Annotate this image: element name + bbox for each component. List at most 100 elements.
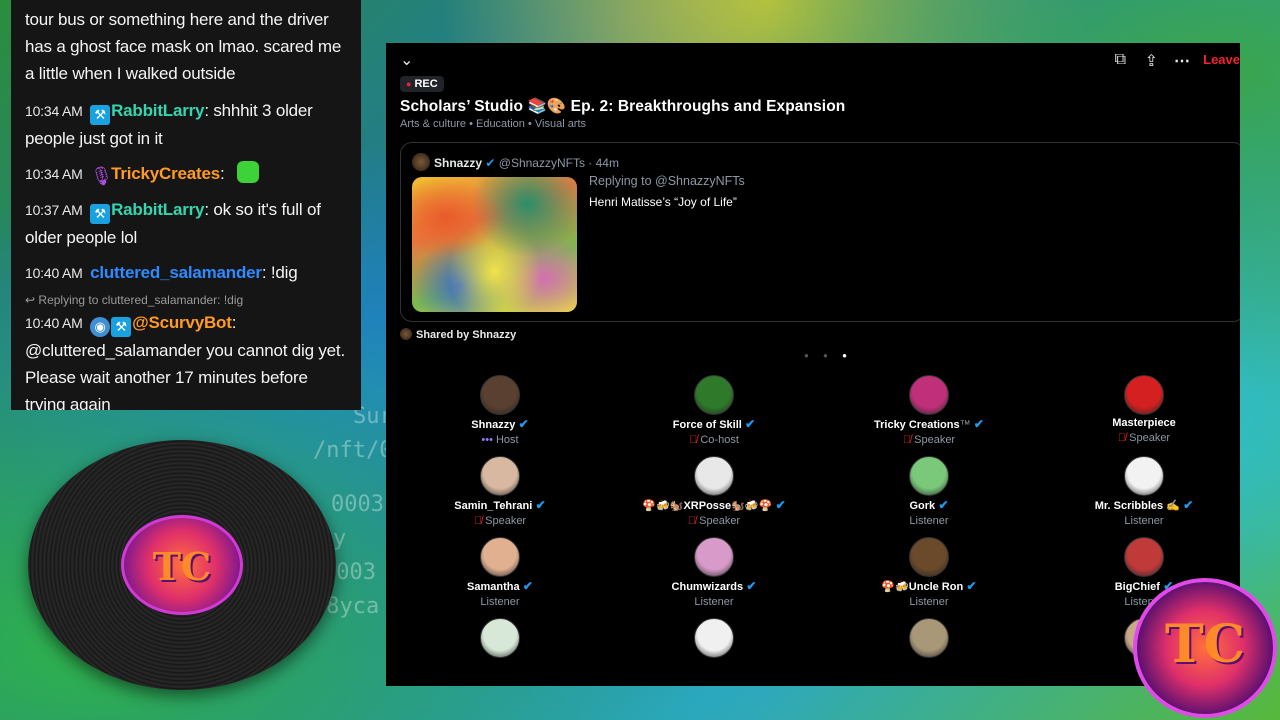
participant-name: Force of Skill ✔	[614, 417, 814, 431]
avatar[interactable]	[694, 618, 734, 658]
participant-name-text: BigChief	[1114, 581, 1160, 593]
participant-role: Listener	[1044, 515, 1240, 527]
participant[interactable]: Force of Skill ✔ 🎙̸ Co-host	[614, 375, 814, 446]
participant[interactable]	[614, 618, 814, 660]
participant-role-text: Speaker	[914, 434, 956, 446]
participant[interactable]: Tricky Creations™ ✔ 🎙̸ Speaker	[829, 375, 1029, 446]
participant-name: Samin_Tehrani ✔	[400, 498, 600, 512]
chat-username[interactable]: @ScurvyBot	[132, 313, 232, 332]
participant-name-text: 🍄🍻🐿️XRPosse🐿️🍻🍄	[642, 500, 773, 512]
participant-role: Listener	[829, 515, 1029, 527]
participant[interactable]: Samantha ✔ Listener	[400, 537, 600, 608]
participant[interactable]: 🍄🍻Uncle Ron ✔ Listener	[829, 537, 1029, 608]
verified-badge-icon: ✔	[772, 498, 786, 512]
tweet-author[interactable]: Shnazzy	[434, 156, 482, 170]
leave-button[interactable]: Leave	[1203, 52, 1240, 67]
participant-name: Masterpiece	[1044, 417, 1240, 429]
share-icon[interactable]: ⇪	[1145, 51, 1158, 71]
participant-role: 🎙̸ Speaker	[614, 515, 814, 527]
verified-badge-icon: ✔	[1179, 498, 1194, 512]
chat-message-text: @cluttered_salamander you cannot dig yet…	[25, 341, 345, 410]
tweet-image[interactable]	[412, 177, 577, 312]
verified-badge-icon: ✔	[935, 498, 949, 512]
participant[interactable]: Chumwizards ✔ Listener	[614, 537, 814, 608]
avatar[interactable]	[480, 618, 520, 658]
chat-username[interactable]: TrickyCreates	[111, 164, 220, 183]
muted-mic-icon: 🎙̸	[1117, 432, 1127, 444]
pinned-tweet[interactable]: Shnazzy ✔ @ShnazzyNFTs · 44m Replying to…	[400, 142, 1240, 322]
participant-name: 🍄🍻Uncle Ron ✔	[829, 579, 1029, 593]
carousel-pager[interactable]: ● ● ●	[804, 351, 853, 360]
participant[interactable]: Gork ✔ Listener	[829, 456, 1029, 527]
moderator-badge-icon: ⚒	[90, 204, 111, 224]
participant[interactable]	[829, 618, 1029, 660]
space-topics: Arts & culture • Education • Visual arts	[400, 118, 587, 130]
recording-label: REC	[414, 78, 438, 90]
tweet-text: Henri Matisse’s “Joy of Life”	[589, 195, 737, 209]
chat-message: 10:40 AM cluttered_salamander: !dig	[25, 263, 298, 282]
shared-by-text: Shared by Shnazzy	[416, 329, 517, 341]
chat-username[interactable]: cluttered_salamander	[90, 263, 262, 282]
chat-message-text: !dig	[270, 263, 298, 282]
bot-badge-icon: ◉	[90, 317, 111, 337]
vinyl-label-logo: TC	[121, 515, 243, 615]
chat-message: 10:34 AM 🎙TrickyCreates:	[25, 160, 347, 188]
avatar[interactable]	[694, 537, 734, 577]
chat-panel[interactable]: tour bus or something here and the drive…	[11, 0, 361, 410]
muted-mic-icon: 🎙̸	[902, 434, 912, 446]
emote-icon	[237, 161, 260, 183]
chat-username[interactable]: RabbitLarry	[111, 200, 204, 219]
participant-role-text: Listener	[909, 515, 949, 527]
verified-badge-icon: ✔	[963, 579, 977, 593]
avatar	[400, 328, 412, 340]
participant-role: 🎙̸ Speaker	[829, 434, 1029, 446]
participant[interactable]: Masterpiece 🎙̸ Speaker	[1044, 375, 1240, 444]
participant-name-text: Tricky Creations	[874, 419, 960, 431]
participant[interactable]	[400, 618, 600, 660]
participant-role: 🎙̸ Co-host	[614, 434, 814, 446]
participant[interactable]: Shnazzy ✔ ••• Host	[400, 375, 600, 446]
participant-role: Listener	[614, 596, 814, 608]
avatar[interactable]	[480, 456, 520, 496]
participant[interactable]: 🍄🍻🐿️XRPosse🐿️🍻🍄 ✔ 🎙̸ Speaker	[614, 456, 814, 527]
avatar[interactable]	[1124, 375, 1164, 415]
avatar[interactable]	[909, 456, 949, 496]
chat-timestamp: 10:37 AM	[25, 202, 83, 218]
reply-context-text: Replying to cluttered_salamander: !dig	[38, 293, 244, 307]
chevron-down-icon[interactable]: ⌄	[400, 50, 413, 70]
participant-name-text: Masterpiece	[1112, 417, 1176, 429]
verified-badge-icon: ✔	[970, 417, 984, 431]
broadcaster-mic-icon: 🎙	[90, 166, 113, 186]
picture-in-picture-icon[interactable]: ⧉	[1115, 51, 1126, 69]
participant-name-text: Shnazzy	[471, 419, 516, 431]
participant[interactable]: Samin_Tehrani ✔ 🎙̸ Speaker	[400, 456, 600, 527]
participant-role-text: Speaker	[485, 515, 527, 527]
logo-text: TC	[1164, 613, 1246, 675]
participant-name-text: Chumwizards	[671, 581, 744, 593]
avatar[interactable]	[480, 537, 520, 577]
avatar[interactable]	[412, 153, 430, 171]
moderator-badge-icon: ⚒	[90, 105, 111, 125]
participant-name: 🍄🍻🐿️XRPosse🐿️🍻🍄 ✔	[614, 498, 814, 512]
more-icon[interactable]: ⋯	[1174, 51, 1190, 71]
participant-role-text: Speaker	[699, 515, 741, 527]
shared-by: Shared by Shnazzy	[400, 328, 516, 341]
vinyl-label-text: TC	[152, 544, 212, 590]
avatar[interactable]	[1124, 456, 1164, 496]
participant-name: Mr. Scribbles ✍️ ✔	[1044, 498, 1240, 512]
avatar[interactable]	[909, 618, 949, 658]
avatar[interactable]	[480, 375, 520, 415]
muted-mic-icon: 🎙̸	[473, 515, 483, 527]
avatar[interactable]	[1124, 537, 1164, 577]
chat-username[interactable]: RabbitLarry	[111, 101, 204, 120]
verified-badge-icon: ✔	[485, 156, 496, 170]
participant[interactable]: Mr. Scribbles ✍️ ✔ Listener	[1044, 456, 1240, 527]
avatar[interactable]	[909, 375, 949, 415]
chat-timestamp: 10:40 AM	[25, 315, 83, 331]
avatar[interactable]	[694, 456, 734, 496]
chat-message: 10:40 AM ◉ ⚒ @ScurvyBot: @cluttered_salama…	[25, 309, 347, 410]
chat-message: 10:34 AM ⚒ RabbitLarry: shhhit 3 older pe…	[25, 101, 313, 148]
avatar[interactable]	[909, 537, 949, 577]
chat-timestamp: 10:34 AM	[25, 103, 83, 119]
avatar[interactable]	[694, 375, 734, 415]
